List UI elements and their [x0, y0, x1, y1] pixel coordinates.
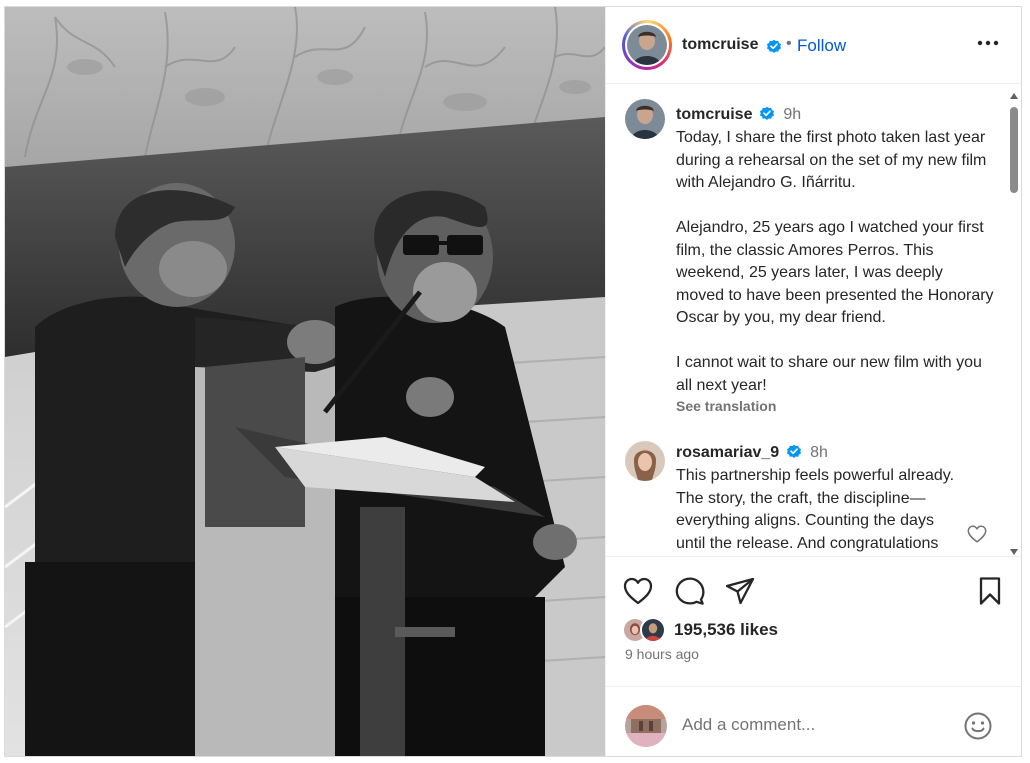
commenter-avatar[interactable]: [625, 441, 665, 481]
post-timestamp[interactable]: 9 hours ago: [625, 646, 699, 662]
comment-time[interactable]: 8h: [810, 444, 828, 461]
current-user-avatar: [625, 705, 667, 747]
emoji-icon[interactable]: [963, 711, 993, 741]
author-avatar: [627, 25, 667, 65]
post-header: tomcruise • Follow: [606, 7, 1021, 84]
heart-icon[interactable]: [622, 575, 654, 607]
comments-scrollbar[interactable]: [1009, 91, 1019, 555]
share-icon[interactable]: [724, 575, 756, 607]
post-modal: tomcruise • Follow tomcruise 9h Today, I…: [4, 6, 1022, 757]
liker-avatar[interactable]: [640, 617, 666, 643]
caption-author-avatar[interactable]: [625, 99, 665, 139]
see-translation-link[interactable]: See translation: [676, 398, 994, 414]
comment-body: rosamariav_9 8h This partnership feels p…: [676, 443, 994, 555]
verified-badge-icon: [767, 39, 781, 53]
post-side-panel: tomcruise • Follow tomcruise 9h Today, I…: [605, 7, 1021, 756]
verified-badge-icon: [759, 106, 774, 120]
story-ring[interactable]: [622, 20, 672, 70]
separator-dot: •: [786, 35, 792, 52]
scroll-thumb[interactable]: [1010, 107, 1018, 193]
comment-username[interactable]: rosamariav_9: [676, 444, 779, 461]
likes-count[interactable]: 195,536 likes: [674, 620, 778, 640]
post-actions: 195,536 likes 9 hours ago: [606, 556, 1021, 686]
comment-composer: [606, 686, 1021, 756]
caption-username[interactable]: tomcruise: [676, 106, 752, 123]
comment-like-heart-icon[interactable]: [966, 523, 988, 545]
comments-list[interactable]: tomcruise 9h Today, I share the first ph…: [606, 85, 1021, 556]
scroll-down-arrow-icon[interactable]: [1010, 549, 1018, 555]
more-options-icon[interactable]: [974, 33, 1002, 53]
comment-bubble-icon[interactable]: [674, 575, 706, 607]
comment-text: This partnership feels powerful already.…: [676, 467, 959, 552]
post-image: [5, 7, 605, 756]
comment-input[interactable]: [682, 709, 952, 741]
verified-badge-icon: [786, 444, 801, 458]
caption-body: tomcruise 9h Today, I share the first ph…: [676, 105, 994, 414]
author-username[interactable]: tomcruise: [682, 36, 758, 54]
caption-text: Today, I share the first photo taken las…: [676, 129, 994, 394]
post-photo[interactable]: [5, 7, 605, 756]
scroll-up-arrow-icon[interactable]: [1010, 93, 1018, 99]
caption-time[interactable]: 9h: [783, 106, 801, 123]
bookmark-icon[interactable]: [974, 575, 1006, 607]
follow-button[interactable]: Follow: [797, 36, 846, 56]
